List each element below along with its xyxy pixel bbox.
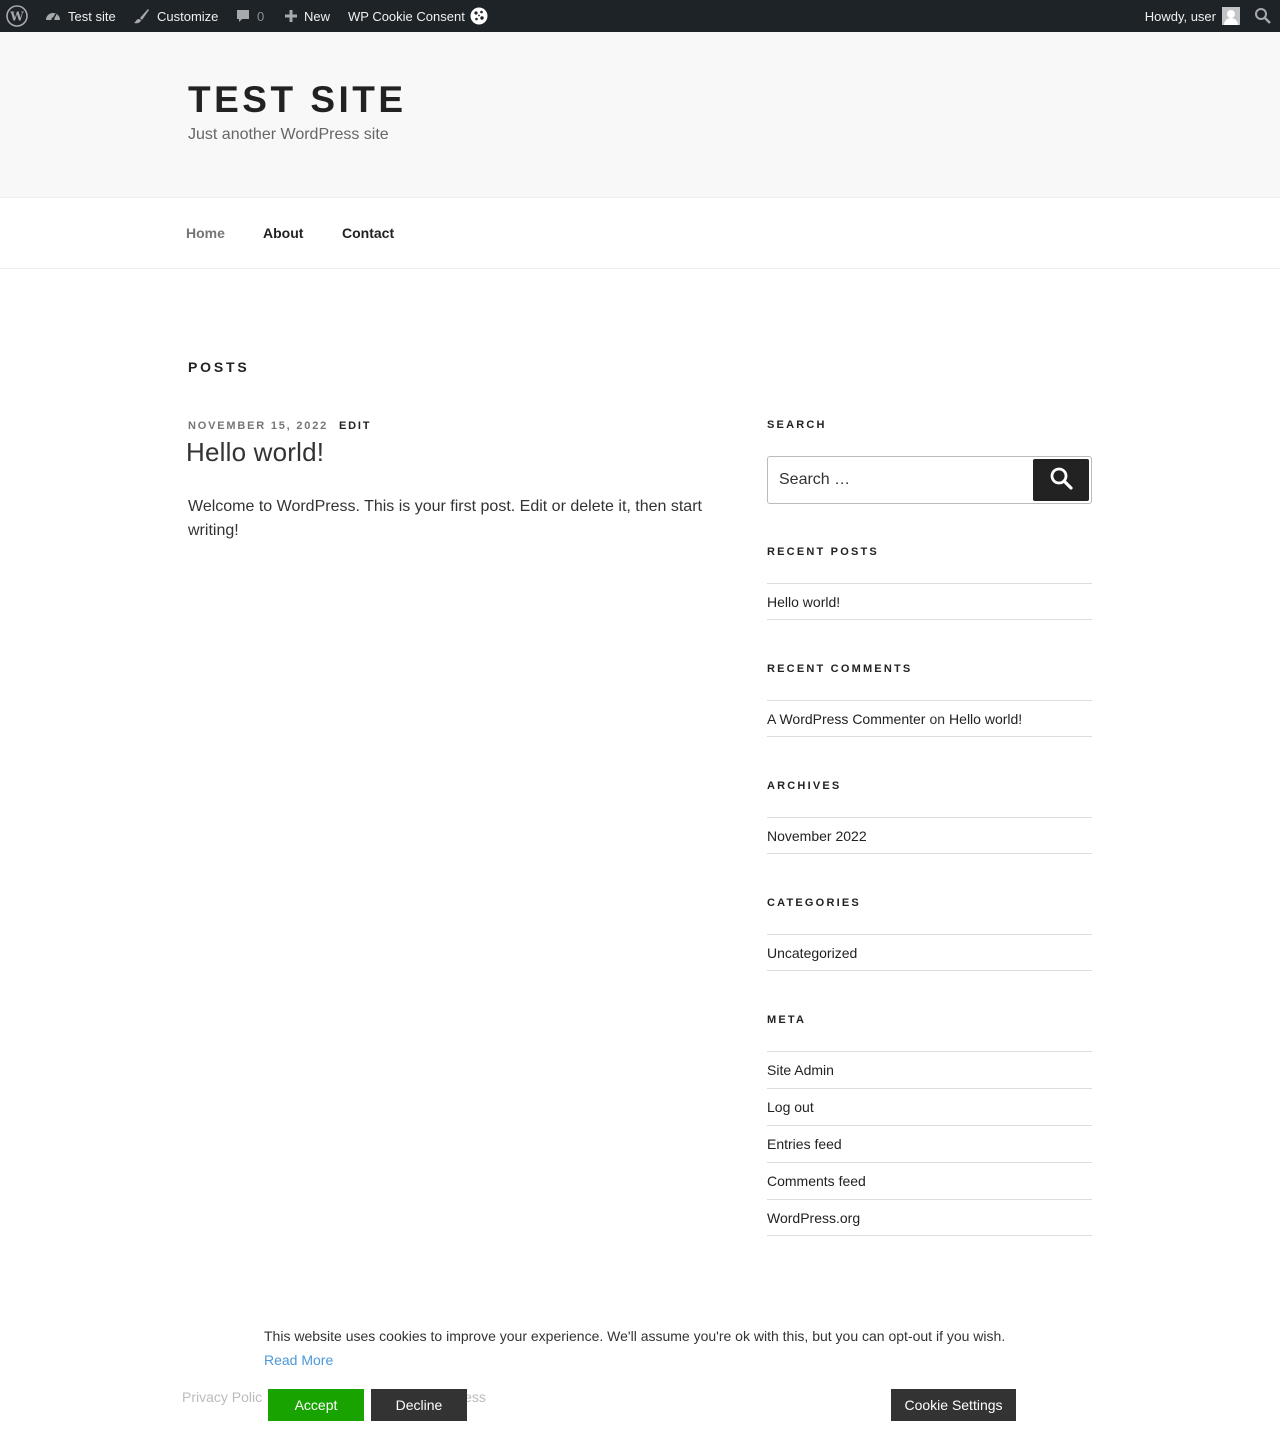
comment-author-link[interactable]: A WordPress Commenter <box>767 711 925 727</box>
site-description: Just another WordPress site <box>188 126 389 143</box>
cookie-settings-button[interactable]: Cookie Settings <box>891 1389 1016 1421</box>
comment-bubble-icon <box>235 8 251 24</box>
meta-log-out[interactable]: Log out <box>767 1088 1092 1125</box>
admin-bar-site-link[interactable]: Test site <box>44 0 116 32</box>
brush-icon <box>133 7 151 25</box>
post-date[interactable]: NOVEMBER 15, 2022 <box>188 420 328 432</box>
page-title: POSTS <box>188 359 250 375</box>
meta-site-admin[interactable]: Site Admin <box>767 1051 1092 1088</box>
avatar <box>1222 7 1240 25</box>
new-label: New <box>304 8 331 24</box>
post-meta: NOVEMBER 15, 2022 EDIT <box>188 420 371 432</box>
admin-bar-account[interactable]: Howdy, user <box>1145 0 1240 32</box>
wordpress-logo-icon[interactable]: W <box>6 0 28 32</box>
list-item[interactable]: November 2022 <box>767 817 1092 854</box>
search-widget-title: SEARCH <box>767 419 827 431</box>
categories-list: Uncategorized <box>767 934 1092 971</box>
admin-bar: W Test site Customize 0 New WP Cookie Co… <box>0 0 1280 32</box>
site-title[interactable]: TEST SITE <box>188 79 407 121</box>
site-name-label: Test site <box>68 8 116 24</box>
post-title[interactable]: Hello world! <box>186 437 324 468</box>
cookie-icon <box>470 7 488 25</box>
admin-bar-cookie-consent[interactable]: WP Cookie Consent <box>348 0 488 32</box>
admin-bar-new[interactable]: New <box>284 0 330 32</box>
recent-comments-title: RECENT COMMENTS <box>767 663 913 675</box>
admin-bar-customize[interactable]: Customize <box>133 0 218 32</box>
admin-bar-search-icon[interactable] <box>1254 0 1272 32</box>
cookie-read-more-link[interactable]: Read More <box>264 1352 333 1368</box>
comment-post-link[interactable]: Hello world! <box>949 711 1022 727</box>
howdy-label: Howdy, user <box>1144 8 1216 24</box>
search-input[interactable] <box>768 457 1032 503</box>
customize-label: Customize <box>157 8 219 24</box>
post-edit-link[interactable]: EDIT <box>339 420 371 432</box>
meta-entries-feed[interactable]: Entries feed <box>767 1125 1092 1162</box>
list-item[interactable]: Hello world! <box>767 583 1092 620</box>
post-body: Welcome to WordPress. This is your first… <box>188 498 702 539</box>
meta-list: Site Admin Log out Entries feed Comments… <box>767 1051 1092 1236</box>
search-form <box>767 456 1092 504</box>
recent-posts-title: RECENT POSTS <box>767 546 879 558</box>
cookie-consent-label: WP Cookie Consent <box>348 8 465 24</box>
archives-title: ARCHIVES <box>767 780 842 792</box>
meta-title: META <box>767 1014 807 1026</box>
comment-on-label: on <box>929 710 946 727</box>
cookie-accept-button[interactable]: Accept <box>268 1389 364 1421</box>
svg-text:W: W <box>9 10 24 24</box>
cookie-decline-button[interactable]: Decline <box>371 1389 467 1421</box>
site-header: TEST SITE Just another WordPress site <box>0 32 1280 197</box>
list-item: A WordPress Commenter on Hello world! <box>767 700 1092 737</box>
nav-item-home[interactable]: Home <box>186 225 225 241</box>
archives-list: November 2022 <box>767 817 1092 854</box>
recent-comments-list: A WordPress Commenter on Hello world! <box>767 700 1092 737</box>
nav-item-about[interactable]: About <box>263 225 303 241</box>
plus-icon <box>284 9 298 23</box>
meta-wordpress-org[interactable]: WordPress.org <box>767 1199 1092 1236</box>
recent-posts-list: Hello world! <box>767 583 1092 620</box>
search-button[interactable] <box>1033 459 1089 501</box>
admin-bar-comments[interactable]: 0 <box>235 0 264 32</box>
nav-item-contact[interactable]: Contact <box>342 225 394 241</box>
dashboard-icon <box>44 7 62 25</box>
search-icon <box>1049 466 1073 495</box>
cookie-message: This website uses cookies to improve you… <box>264 1328 1006 1344</box>
main-navigation: Home About Contact <box>0 197 1280 269</box>
comments-count: 0 <box>257 8 265 24</box>
meta-comments-feed[interactable]: Comments feed <box>767 1162 1092 1199</box>
cookie-banner: This website uses cookies to improve you… <box>0 1317 1280 1445</box>
categories-title: CATEGORIES <box>767 897 861 909</box>
list-item[interactable]: Uncategorized <box>767 934 1092 971</box>
